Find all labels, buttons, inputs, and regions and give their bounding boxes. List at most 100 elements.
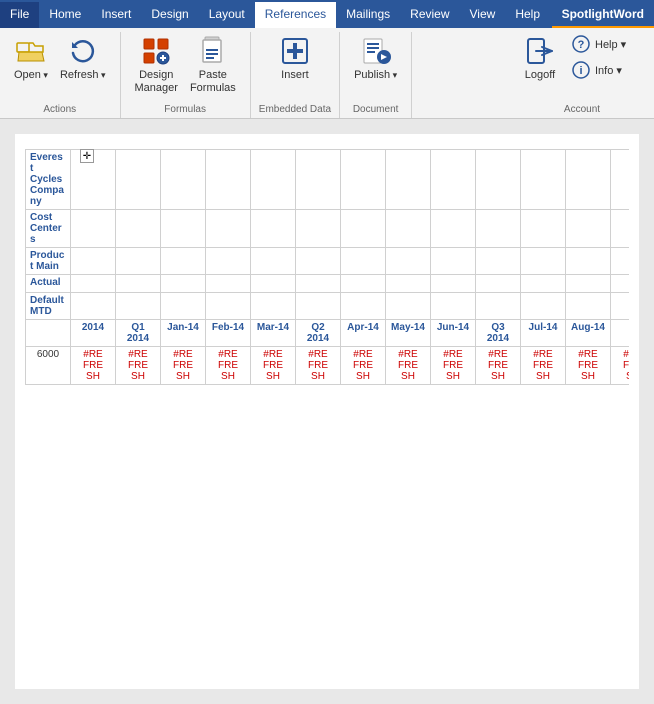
table-cell xyxy=(206,293,251,320)
table-cell xyxy=(251,248,296,275)
table-cell xyxy=(206,150,251,210)
info-button[interactable]: i Info ▾ xyxy=(566,58,646,82)
data-cell: #REFRESH xyxy=(251,347,296,385)
table-cell xyxy=(71,210,116,248)
tab-spotlightword[interactable]: SpotlightWord xyxy=(552,2,654,28)
table-cell xyxy=(611,210,630,248)
tab-home[interactable]: Home xyxy=(39,2,91,28)
ribbon-group-account: Logoff ? Help ▾ xyxy=(510,32,654,118)
table-cell xyxy=(296,293,341,320)
table-cell xyxy=(251,293,296,320)
publish-button[interactable]: Publish xyxy=(348,32,403,85)
table-cell xyxy=(431,293,476,320)
table-cell xyxy=(566,275,611,293)
table-cell xyxy=(476,210,521,248)
publish-label: Publish xyxy=(354,69,397,82)
table-cell xyxy=(71,248,116,275)
table-cell xyxy=(161,293,206,320)
open-button[interactable]: Open xyxy=(8,32,54,85)
tab-view[interactable]: View xyxy=(460,2,506,28)
table-cell xyxy=(611,150,630,210)
table-cell xyxy=(341,293,386,320)
col-header-empty xyxy=(26,320,71,347)
col-header-jun-14: Jun-14 xyxy=(431,320,476,347)
row-header-default-mtd: Default MTD xyxy=(26,293,71,320)
table-cell xyxy=(611,293,630,320)
data-cell: #REFRESH xyxy=(566,347,611,385)
table-cell xyxy=(296,248,341,275)
data-cell: #REFRESH xyxy=(611,347,630,385)
document-page: ✛ Everest Cycles Company xyxy=(15,134,639,689)
row-header-cost-centers: Cost Centers xyxy=(26,210,71,248)
table-cell xyxy=(431,150,476,210)
table-cell xyxy=(476,275,521,293)
info-icon: i xyxy=(571,60,591,80)
table-cell xyxy=(431,275,476,293)
data-cell: #REFRESH xyxy=(341,347,386,385)
refresh-button[interactable]: Refresh xyxy=(54,32,112,85)
row-header-company: Everest Cycles Company xyxy=(26,150,71,210)
help-button[interactable]: ? Help ▾ xyxy=(566,32,646,56)
table-cell xyxy=(341,150,386,210)
table-cell xyxy=(116,275,161,293)
col-header-q1-2014: Q12014 xyxy=(116,320,161,347)
table-cell xyxy=(566,150,611,210)
data-cell: #REFRESH xyxy=(431,347,476,385)
table-cell xyxy=(296,150,341,210)
insert-button[interactable]: Insert xyxy=(273,32,317,85)
table-cell xyxy=(71,293,116,320)
tab-references[interactable]: References xyxy=(255,2,336,28)
table-cell xyxy=(566,210,611,248)
table-cell xyxy=(476,293,521,320)
account-group-label: Account xyxy=(518,102,646,118)
col-header-aug-14: Aug-14 xyxy=(566,320,611,347)
data-table: Everest Cycles Company xyxy=(25,149,629,385)
tab-file[interactable]: File xyxy=(0,2,39,28)
help-icon: ? xyxy=(571,34,591,54)
tab-layout[interactable]: Layout xyxy=(199,2,255,28)
data-cell: #REFRESH xyxy=(161,347,206,385)
table-cell xyxy=(431,248,476,275)
insert-label: Insert xyxy=(281,69,309,82)
paste-formulas-icon xyxy=(197,35,229,67)
logoff-button[interactable]: Logoff xyxy=(518,32,562,85)
table-cell xyxy=(206,275,251,293)
table-move-handle[interactable]: ✛ xyxy=(80,149,94,163)
tab-review[interactable]: Review xyxy=(400,2,459,28)
table-cell xyxy=(296,275,341,293)
data-cell: #REFRESH xyxy=(116,347,161,385)
help-label: Help ▾ xyxy=(595,38,626,51)
table-cell xyxy=(71,275,116,293)
table-cell xyxy=(386,275,431,293)
col-header-mar-14: Mar-14 xyxy=(251,320,296,347)
actions-group-label: Actions xyxy=(8,102,112,118)
row-header-product-main: Product Main xyxy=(26,248,71,275)
col-header-jul-14: Jul-14 xyxy=(521,320,566,347)
tab-help[interactable]: Help xyxy=(505,2,550,28)
tab-design[interactable]: Design xyxy=(141,2,198,28)
ribbon-group-formulas: DesignManager PasteFormulas xyxy=(121,32,251,118)
table-cell xyxy=(116,293,161,320)
table-cell xyxy=(386,150,431,210)
insert-icon xyxy=(279,35,311,67)
data-cell: #REFRESH xyxy=(476,347,521,385)
table-row: Cost Centers xyxy=(26,210,630,248)
paste-formulas-button[interactable]: PasteFormulas xyxy=(184,32,242,98)
tab-insert[interactable]: Insert xyxy=(91,2,141,28)
ribbon-group-embedded: Insert Embedded Data xyxy=(251,32,340,118)
ribbon: File Home Insert Design Layout Reference… xyxy=(0,0,654,119)
formulas-group-label: Formulas xyxy=(129,102,242,118)
data-cell: #REFRESH xyxy=(206,347,251,385)
ribbon-content: Open Refresh Actions xyxy=(0,28,654,119)
table-cell xyxy=(521,210,566,248)
tab-mailings[interactable]: Mailings xyxy=(336,2,400,28)
design-manager-button[interactable]: DesignManager xyxy=(129,32,184,98)
column-headers-row: 2014 Q12014 Jan-14 Feb-14 Mar-14 Q22014 … xyxy=(26,320,630,347)
table-cell xyxy=(521,150,566,210)
table-cell xyxy=(161,275,206,293)
col-header-2014: 2014 xyxy=(71,320,116,347)
col-header-extra xyxy=(611,320,630,347)
design-manager-label: DesignManager xyxy=(135,69,178,95)
table-row: Default MTD xyxy=(26,293,630,320)
col-header-q2-2014: Q22014 xyxy=(296,320,341,347)
